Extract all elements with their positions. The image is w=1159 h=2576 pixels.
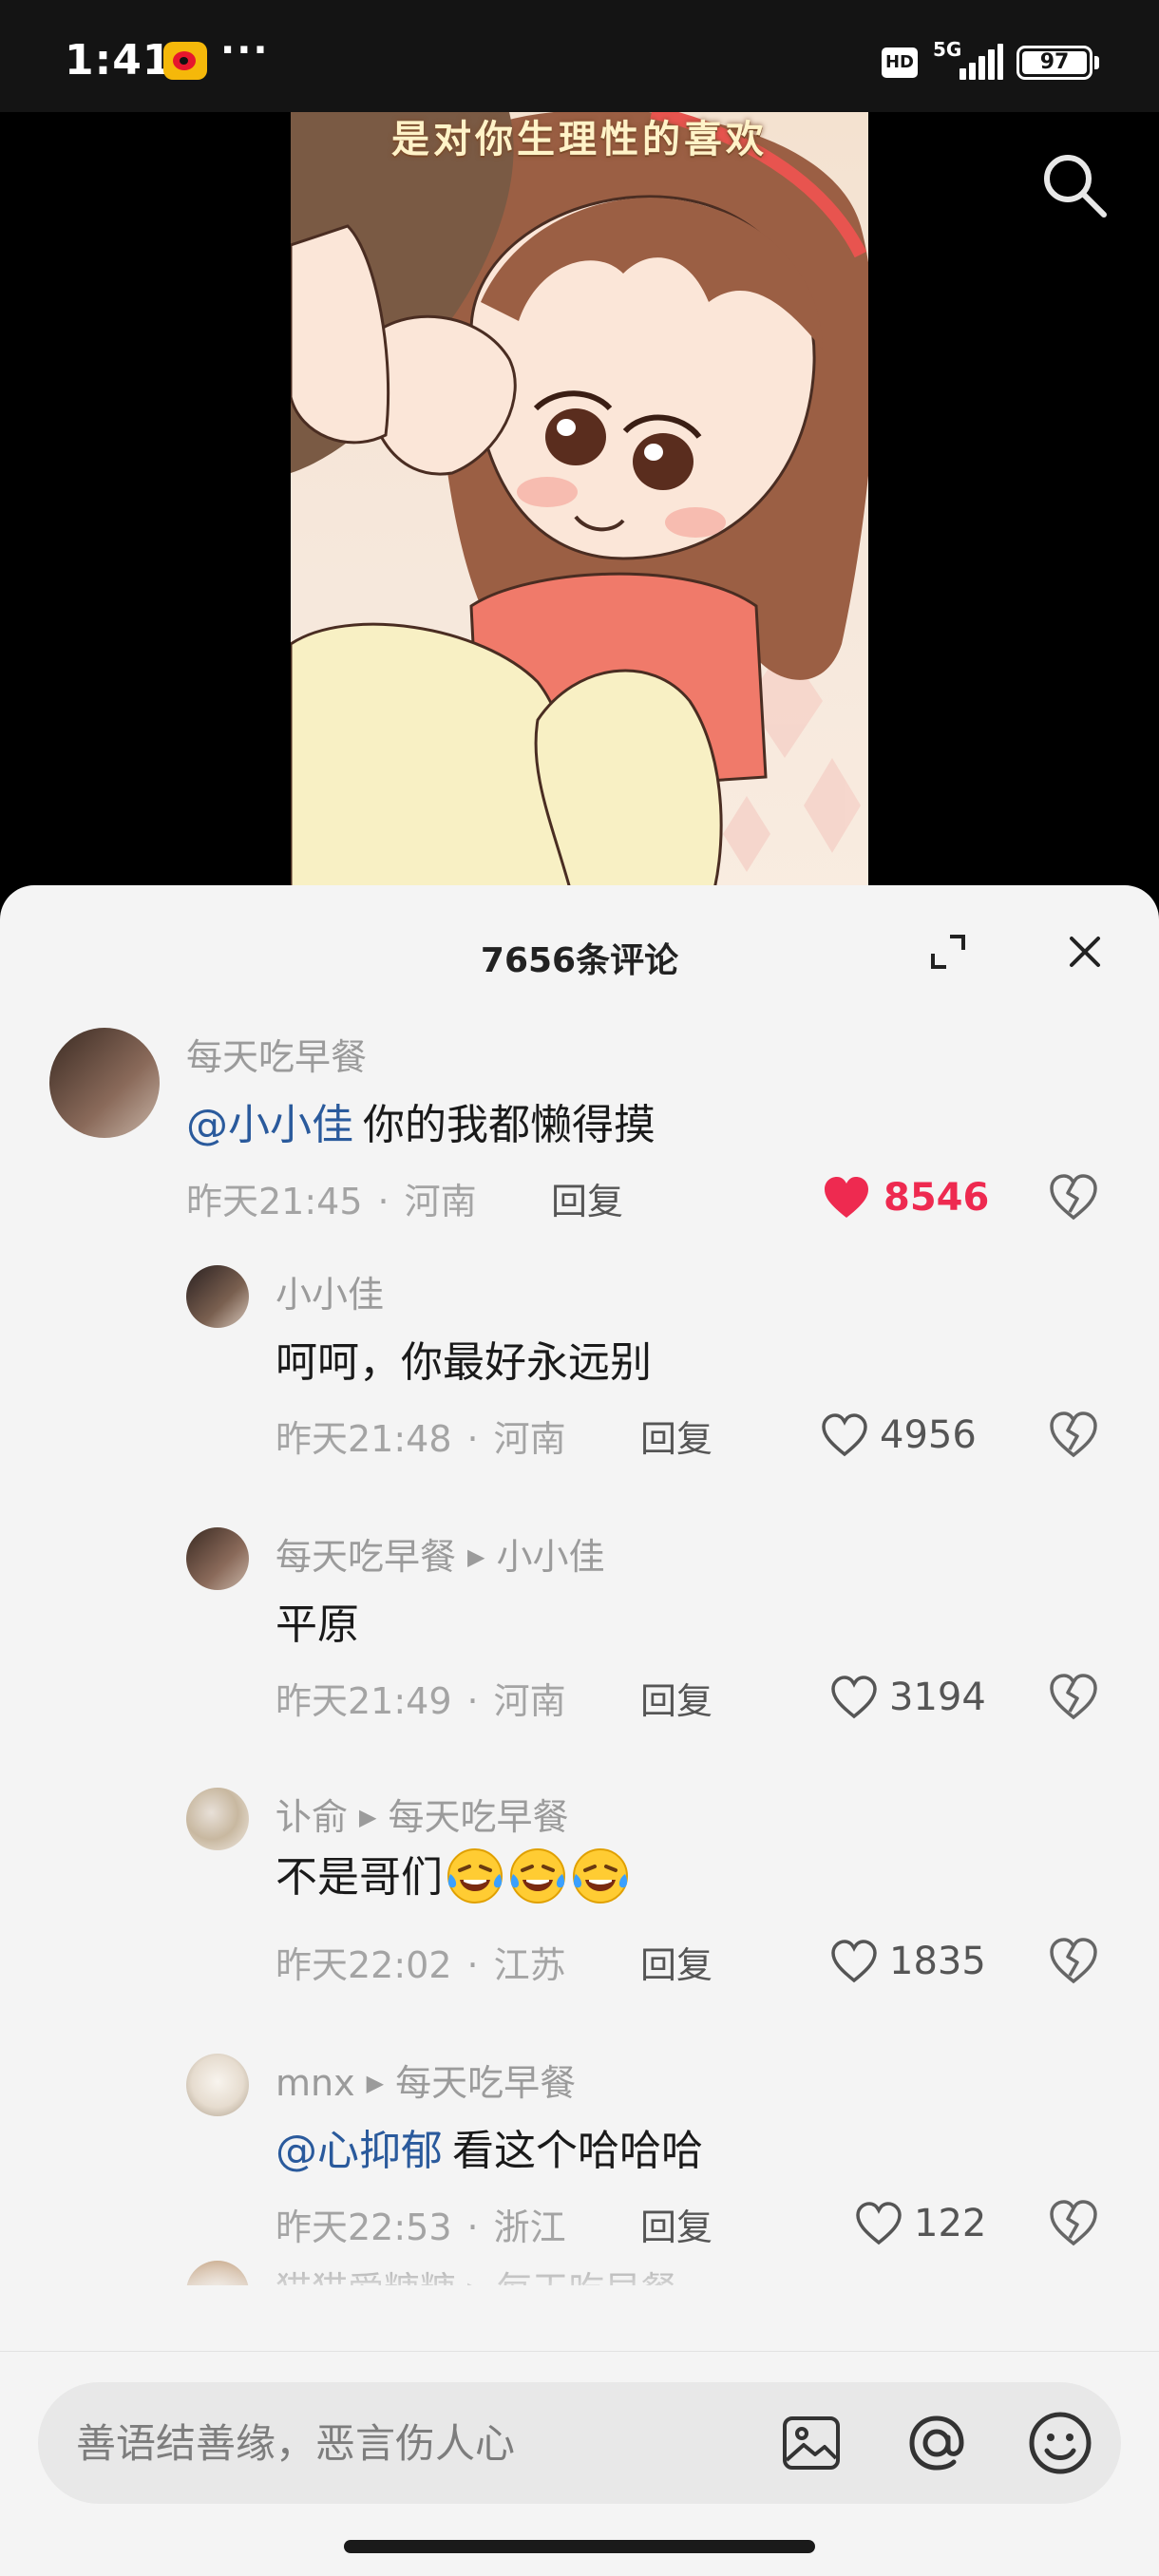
like-button[interactable]: 122 [855, 2196, 987, 2253]
comment-meta: 昨天21:48 · 河南 [276, 1418, 566, 1460]
comment-text: 呵呵，你最好永远别 [276, 1338, 652, 1387]
broken-heart-icon[interactable] [1049, 1674, 1098, 1721]
expand-icon[interactable] [929, 933, 967, 971]
like-count: 122 [914, 2202, 987, 2245]
network-label: 5G [933, 38, 962, 61]
comment-input-container[interactable] [38, 2382, 1121, 2504]
mention-link[interactable]: @小小佳 [186, 1101, 353, 1149]
avatar[interactable] [186, 1788, 249, 1850]
comments-sheet: 7656条评论 每天吃早餐 @小小佳 你的我都懒得摸 昨天21:45 · 河南 回复 [0, 885, 1159, 2576]
video-player[interactable]: 是对你生理性的喜欢 [0, 112, 1159, 910]
reply-item: 猫猫爱糖糖▶每天吃早餐 [0, 2261, 1159, 2285]
search-icon[interactable] [1037, 148, 1112, 222]
like-button[interactable]: 8546 [823, 1170, 989, 1227]
home-indicator[interactable] [344, 2540, 815, 2553]
video-caption: 是对你生理性的喜欢 [391, 118, 768, 161]
reply-button[interactable]: 回复 [640, 1672, 712, 1724]
at-icon[interactable] [902, 2409, 971, 2477]
comment-input-bar [0, 2351, 1159, 2576]
avatar[interactable] [186, 1265, 249, 1328]
heart-outline-icon [831, 1940, 877, 1983]
more-dots-icon: ··· [220, 28, 270, 72]
signal-icon [960, 42, 1003, 80]
like-button[interactable]: 4956 [821, 1408, 984, 1465]
reply-arrow-icon: ▶ [359, 1803, 377, 1830]
reply-item: 讣俞 ▶ 每天吃早餐 不是哥们 昨天22:02 · 江苏 回复 1835 [0, 1788, 1159, 2044]
comment-meta: 昨天22:53 · 浙江 [276, 2207, 566, 2248]
laughing-crying-emoji [447, 1848, 503, 1904]
comment-item: 每天吃早餐 @小小佳 你的我都懒得摸 昨天21:45 · 河南 回复 8546 [0, 1028, 1159, 1275]
close-icon[interactable] [1066, 933, 1104, 971]
video-frame[interactable]: 是对你生理性的喜欢 [291, 112, 868, 910]
mention-link[interactable]: @心抑郁 [276, 2127, 443, 2175]
like-count: 8546 [884, 1176, 990, 1220]
comment-username[interactable]: 每天吃早餐 [186, 1028, 367, 1080]
comment-username[interactable]: mnx ▶ 每天吃早餐 [276, 2054, 576, 2106]
comment-input[interactable] [76, 2382, 779, 2504]
battery-level: 97 [1039, 50, 1070, 74]
reply-item: mnx ▶ 每天吃早餐 @心抑郁 看这个哈哈哈 昨天22:53 · 浙江 回复 122 [0, 2054, 1159, 2285]
emoji-icon[interactable] [1026, 2409, 1094, 2477]
comment-meta: 昨天21:49 · 河南 [276, 1680, 566, 1722]
avatar[interactable] [49, 1028, 160, 1138]
like-count: 4956 [880, 1413, 977, 1457]
heart-filled-icon [825, 1177, 868, 1218]
comment-text: @小小佳 你的我都懒得摸 [186, 1101, 656, 1149]
reply-button[interactable]: 回复 [640, 1936, 712, 1988]
heart-outline-icon [856, 2202, 902, 2245]
avatar[interactable] [186, 2261, 249, 2285]
reply-arrow-icon: ▶ [366, 2069, 385, 2096]
comment-username[interactable]: 猫猫爱糖糖▶每天吃早餐 [276, 2261, 677, 2285]
reply-arrow-icon: ▶ [467, 2277, 484, 2286]
comment-text: 平原 [276, 1601, 359, 1649]
heart-outline-icon [822, 1413, 867, 1457]
laughing-crying-emoji [573, 1848, 628, 1904]
reply-button[interactable]: 回复 [640, 2198, 712, 2250]
like-count: 3194 [889, 1676, 986, 1719]
like-button[interactable]: 1835 [830, 1934, 986, 1991]
laughing-crying-emoji [510, 1848, 565, 1904]
like-button[interactable]: 3194 [830, 1670, 986, 1727]
avatar[interactable] [186, 1527, 249, 1590]
comment-username[interactable]: 讣俞 ▶ 每天吃早餐 [276, 1788, 569, 1840]
reply-item: 每天吃早餐 ▶ 小小佳 平原 昨天21:49 · 河南 回复 3194 [0, 1527, 1159, 1774]
broken-heart-icon[interactable] [1049, 1938, 1098, 1985]
image-icon[interactable] [779, 2411, 844, 2475]
battery-tip [1094, 56, 1099, 69]
comment-list[interactable]: 每天吃早餐 @小小佳你的我都懒得摸 昨天21:45·河南 回复 8546 [0, 1028, 1159, 2285]
reply-item: 小小佳 呵呵，你最好永远别 昨天21:48 · 河南 回复 4956 [0, 1265, 1159, 1512]
comment-meta: 昨天22:02 · 江苏 [276, 1944, 566, 1986]
comment-username[interactable]: 每天吃早餐 ▶ 小小佳 [276, 1527, 605, 1580]
like-count: 1835 [889, 1940, 986, 1983]
comment-meta: 昨天21:45 · 河南 [186, 1181, 477, 1222]
broken-heart-icon[interactable] [1049, 1174, 1098, 1222]
weibo-icon [163, 42, 207, 80]
status-time: 1:41 [65, 36, 173, 85]
reply-button[interactable]: 回复 [640, 1410, 712, 1462]
comment-text: @心抑郁 看这个哈哈哈 [276, 2127, 703, 2175]
heart-outline-icon [831, 1676, 877, 1719]
comments-count-title: 7656条评论 [480, 941, 679, 980]
reply-button[interactable]: 回复 [551, 1172, 623, 1224]
comment-text: 不是哥们 [276, 1843, 631, 1910]
broken-heart-icon[interactable] [1049, 2200, 1098, 2247]
broken-heart-icon[interactable] [1049, 1411, 1098, 1459]
battery-icon: 97 [1016, 46, 1092, 80]
avatar[interactable] [186, 2054, 249, 2116]
reply-arrow-icon: ▶ [467, 1543, 485, 1570]
status-bar: 1:41 ··· HD 5G 97 [0, 0, 1159, 112]
comment-username[interactable]: 小小佳 [276, 1265, 384, 1317]
video-illustration [291, 112, 868, 910]
emoji-group [443, 1846, 631, 1906]
hd-badge: HD [882, 47, 918, 78]
